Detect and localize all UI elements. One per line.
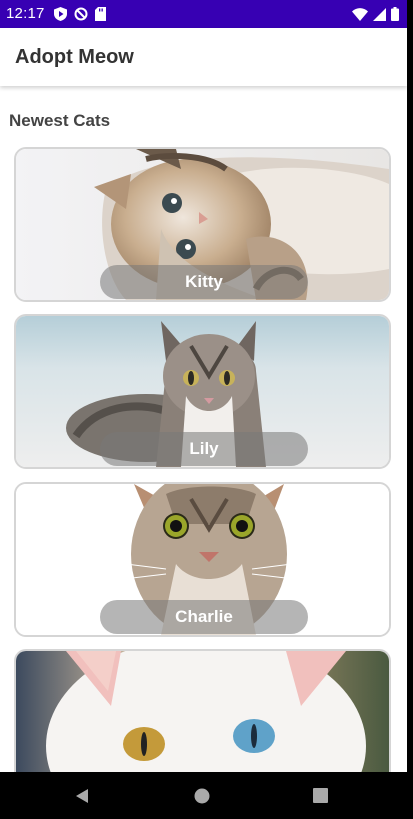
wifi-icon [352,7,368,21]
app-title: Adopt Meow [15,46,134,68]
recents-icon[interactable] [313,788,328,803]
home-icon[interactable] [194,788,210,804]
play-protect-icon [54,7,67,21]
status-right-icons [352,7,399,21]
status-time: 12:17 [6,5,45,22]
cat-name-label: Lily [100,432,308,466]
back-icon[interactable] [74,788,90,804]
cat-name-label: Kitty [100,265,308,299]
sd-card-icon [95,7,106,21]
signal-icon [373,7,386,21]
battery-icon [391,7,399,21]
data-saver-icon [74,7,88,21]
cat-card-lily[interactable]: Lily [14,314,391,469]
cat-card-kitty[interactable]: Kitty [14,147,391,302]
cat-name-label: Charlie [100,600,308,634]
section-title: Newest Cats [9,111,111,130]
cat-card-charlie[interactable]: Charlie [14,482,391,637]
app-bar: Adopt Meow [0,28,407,86]
screen: 12:17 Adopt Meow Newest Cats Kitty Lily … [0,0,407,819]
status-left-icons [54,7,106,21]
status-bar: 12:17 [0,0,407,28]
navigation-bar [0,772,407,819]
